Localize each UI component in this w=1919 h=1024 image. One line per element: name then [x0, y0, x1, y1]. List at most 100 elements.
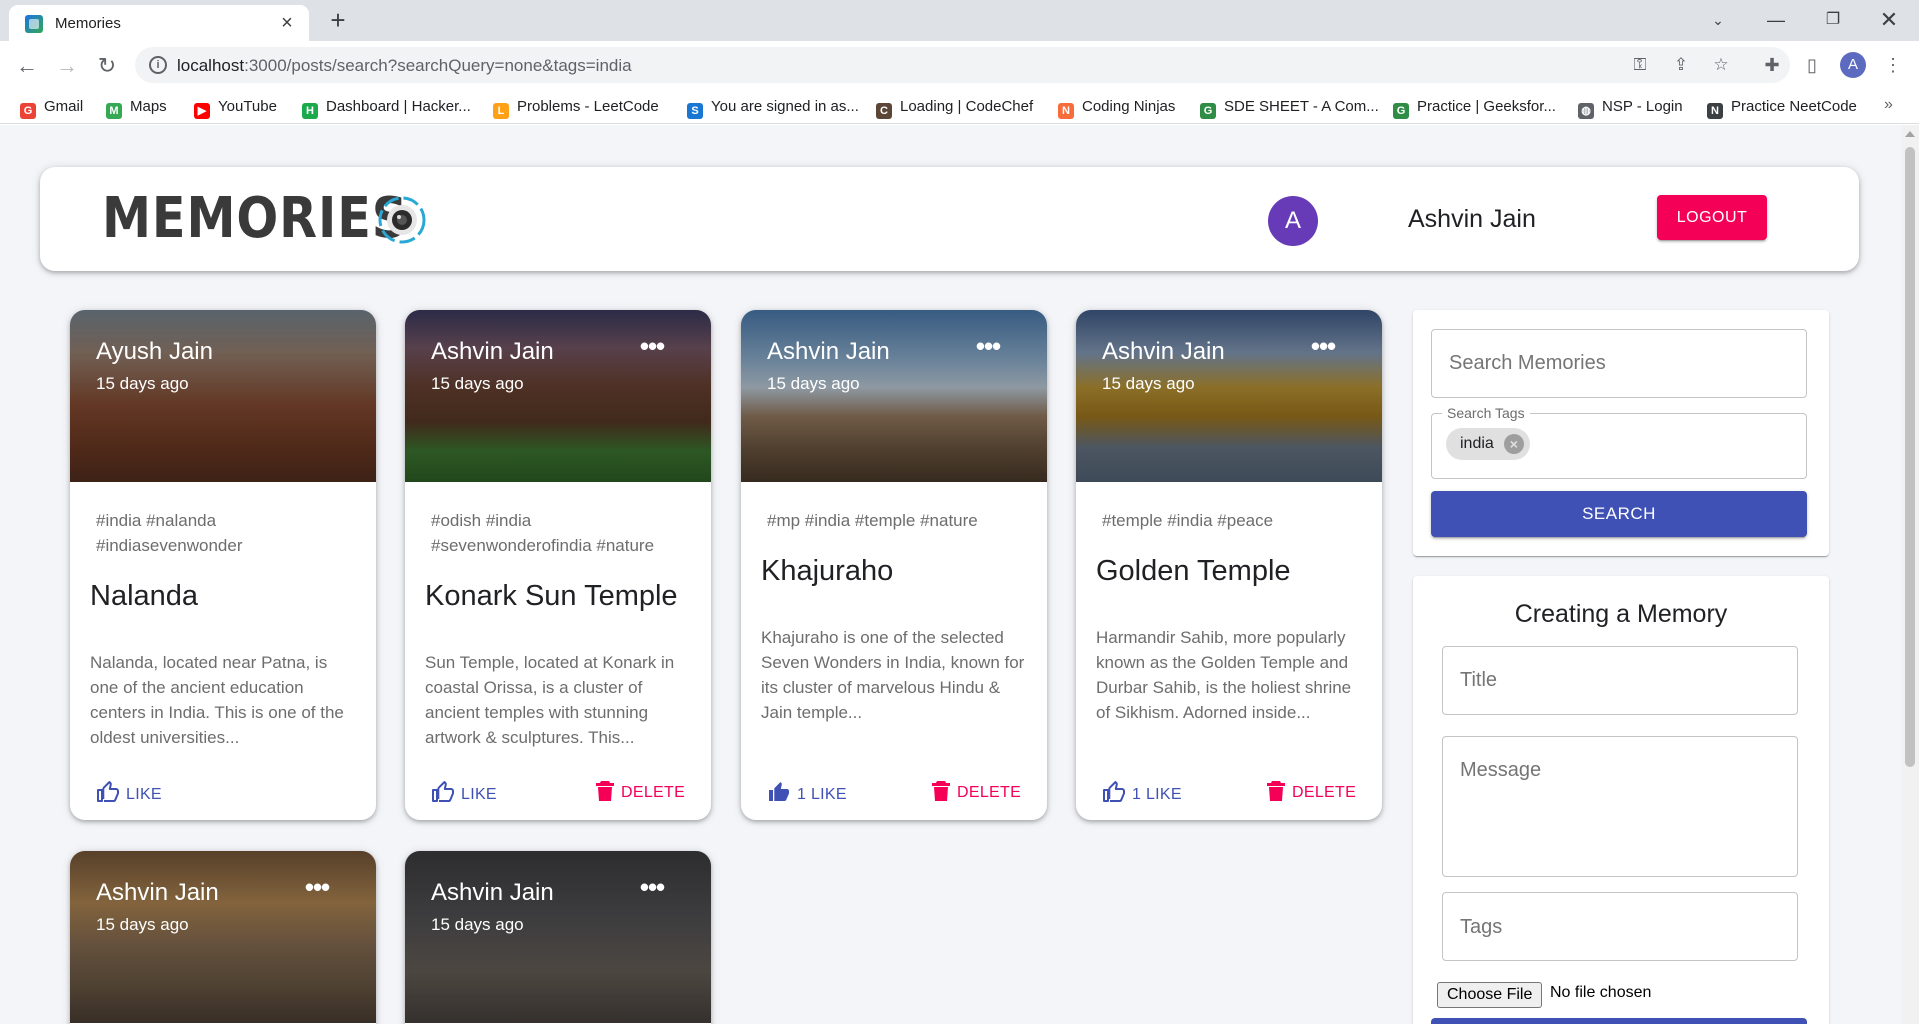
post-card[interactable]: Ayush Jain 15 days ago #india #nalanda #… — [70, 310, 376, 820]
forward-arrow-icon[interactable]: → — [50, 49, 84, 83]
tags-input[interactable]: Tags — [1442, 892, 1798, 961]
bookmark-neetcode[interactable]: N Practice NeetCode — [1707, 96, 1857, 119]
tag-chip[interactable]: india × — [1446, 428, 1530, 460]
bookmark-coding-ninjas[interactable]: N Coding Ninjas — [1058, 96, 1175, 119]
url-text: localhost:3000/posts/search?searchQuery=… — [177, 56, 632, 76]
remove-tag-icon[interactable]: × — [1503, 434, 1524, 454]
post-card[interactable]: Ashvin Jain 15 days ago ••• #temple #ind… — [1076, 310, 1382, 820]
browser-tab-memories[interactable]: Memories × — [9, 5, 309, 41]
like-label: 1 LIKE — [797, 786, 847, 803]
page-scrollbar[interactable] — [1901, 125, 1919, 1024]
logout-button[interactable]: LOGOUT — [1657, 195, 1767, 240]
search-memories-input[interactable]: Search Memories — [1431, 329, 1807, 398]
post-card[interactable]: Ashvin Jain 15 days ago ••• #odish #indi… — [405, 310, 711, 820]
bookmark-gmail[interactable]: G Gmail — [20, 96, 83, 119]
trash-icon — [1267, 781, 1285, 801]
delete-label: DELETE — [957, 784, 1022, 801]
bookmark-label: NSP - Login — [1602, 98, 1683, 115]
thumb-up-outline-icon — [432, 781, 454, 802]
post-card[interactable]: Ashvin Jain 15 days ago ••• #mp #india #… — [741, 310, 1047, 820]
bookmark-label: Maps — [130, 98, 167, 115]
profile-avatar-icon[interactable]: A — [1840, 52, 1866, 78]
post-time: 15 days ago — [96, 374, 189, 393]
page-viewport: MEMORIES A Ashvin Jain LOGOUT Ayush Jain… — [0, 125, 1901, 1024]
thumb-up-outline-icon — [1103, 781, 1125, 802]
more-options-icon[interactable]: ••• — [298, 874, 336, 905]
like-button[interactable]: 1 LIKE — [1102, 780, 1182, 806]
app-bar: MEMORIES A Ashvin Jain LOGOUT — [40, 167, 1859, 271]
codechef-icon: C — [876, 103, 892, 119]
tag-chip-label: india — [1460, 435, 1494, 452]
bookmark-maps[interactable]: M Maps — [106, 96, 167, 119]
password-key-icon[interactable]: ⚿ — [1629, 54, 1651, 76]
post-tags: #mp #india #temple #nature — [767, 511, 978, 530]
bookmark-nsp-login[interactable]: ◍ NSP - Login — [1578, 96, 1683, 119]
bookmark-gfg-practice[interactable]: G Practice | Geeksfor... — [1393, 96, 1556, 119]
more-options-icon[interactable]: ••• — [1304, 333, 1342, 364]
delete-button[interactable]: DELETE — [1266, 780, 1356, 806]
gmail-icon: G — [20, 103, 36, 119]
post-time: 15 days ago — [431, 374, 524, 393]
submit-button[interactable] — [1431, 1018, 1807, 1024]
like-button[interactable]: LIKE — [96, 780, 162, 806]
more-options-icon[interactable]: ••• — [969, 333, 1007, 364]
menu-kebab-icon[interactable]: ⋮ — [1881, 53, 1905, 77]
minimize-icon[interactable]: — — [1753, 4, 1799, 36]
user-avatar[interactable]: A — [1268, 196, 1318, 246]
bookmark-label: YouTube — [218, 98, 277, 115]
bookmark-leetcode[interactable]: L Problems - LeetCode — [493, 96, 659, 119]
delete-label: DELETE — [621, 784, 686, 801]
brand-heading[interactable]: MEMORIES — [102, 185, 408, 253]
choose-file-button[interactable]: Choose File — [1437, 982, 1543, 1008]
bookmark-codechef[interactable]: C Loading | CodeChef — [876, 96, 1034, 119]
bookmark-label: Dashboard | Hacker... — [326, 98, 471, 115]
tags-placeholder: Tags — [1460, 916, 1503, 938]
like-button[interactable]: LIKE — [431, 780, 497, 806]
bookmark-star-icon[interactable]: ☆ — [1710, 54, 1732, 76]
delete-button[interactable]: DELETE — [931, 780, 1021, 806]
browser-toolbar: ← → ↻ i localhost:3000/posts/search?sear… — [0, 41, 1919, 90]
post-author: Ashvin Jain — [431, 338, 554, 365]
more-bookmarks-chevron-icon[interactable]: » — [1884, 96, 1893, 114]
share-icon[interactable]: ⇪ — [1670, 54, 1692, 76]
youtube-icon: ▶ — [194, 103, 210, 119]
bookmark-label: Loading | CodeChef — [900, 98, 1034, 115]
delete-button[interactable]: DELETE — [595, 780, 685, 806]
bookmark-youtube[interactable]: ▶ YouTube — [194, 96, 277, 119]
like-button[interactable]: 1 LIKE — [767, 780, 847, 806]
bookmark-label: Practice NeetCode — [1731, 98, 1857, 115]
restore-icon[interactable]: ❐ — [1810, 4, 1856, 36]
hackerrank-icon: H — [302, 103, 318, 119]
back-arrow-icon[interactable]: ← — [10, 49, 44, 83]
reload-icon[interactable]: ↻ — [90, 49, 124, 83]
trash-icon — [596, 781, 614, 801]
scroll-up-arrow-icon[interactable] — [1905, 131, 1915, 137]
trash-icon — [932, 781, 950, 801]
close-window-icon[interactable]: ✕ — [1866, 4, 1912, 36]
close-tab-icon[interactable]: × — [275, 11, 299, 35]
site-info-icon[interactable]: i — [149, 56, 167, 74]
scrollbar-thumb[interactable] — [1905, 147, 1915, 767]
post-message: Harmandir Sahib, more popularly known as… — [1096, 628, 1352, 722]
post-card[interactable]: Ashvin Jain 15 days ago ••• — [70, 851, 376, 1024]
bookmark-sde-sheet[interactable]: G SDE SHEET - A Com... — [1200, 96, 1379, 119]
memories-favicon-icon — [25, 15, 43, 33]
search-tags-input[interactable]: Search Tags india × — [1431, 405, 1807, 479]
message-placeholder: Message — [1460, 759, 1542, 781]
tab-search-chevron-down-icon[interactable]: ⌄ — [1695, 4, 1741, 36]
message-textarea[interactable]: Message — [1442, 736, 1798, 877]
title-input[interactable]: Title — [1442, 646, 1798, 715]
post-author: Ayush Jain — [96, 338, 213, 365]
post-card[interactable]: Ashvin Jain 15 days ago ••• — [405, 851, 711, 1024]
user-name: Ashvin Jain — [1408, 205, 1536, 233]
extensions-puzzle-icon[interactable]: ✚ — [1760, 53, 1784, 77]
more-options-icon[interactable]: ••• — [633, 874, 671, 905]
bookmark-hackerrank[interactable]: H Dashboard | Hacker... — [302, 96, 471, 119]
bookmark-signed-in[interactable]: S You are signed in as... — [687, 96, 859, 119]
post-message: Sun Temple, located at Konark in coastal… — [425, 653, 675, 747]
new-tab-icon[interactable]: + — [322, 6, 354, 36]
search-button[interactable]: SEARCH — [1431, 491, 1807, 537]
more-options-icon[interactable]: ••• — [633, 333, 671, 364]
side-panel-icon[interactable]: ▯ — [1800, 53, 1824, 77]
address-bar[interactable]: i localhost:3000/posts/search?searchQuer… — [135, 47, 1790, 83]
